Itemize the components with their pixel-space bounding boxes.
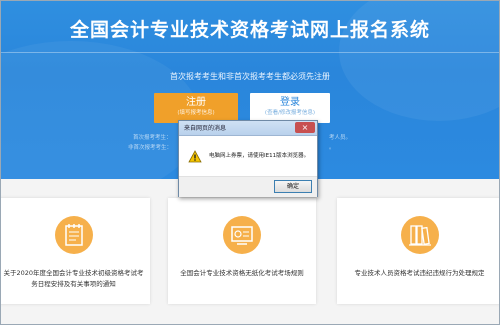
page-title: 全国会计专业技术资格考试网上报名系统 [69, 19, 430, 41]
announcement-text: 关于2020年度全国会计专业技术初级资格考试考务日程安排及有关事项的通知 [3, 269, 144, 288]
announcement-card[interactable]: 关于2020年度全国会计专业技术初级资格考试考务日程安排及有关事项的通知 [1, 198, 150, 304]
dialog-titlebar[interactable]: 来自网页的消息 × [179, 121, 317, 136]
books-icon [400, 216, 439, 254]
hint-text: 考人员。 [329, 135, 352, 141]
login-sublabel: (查看/修改报考信息) [264, 110, 316, 116]
ok-button[interactable]: 确定 [274, 180, 312, 193]
computer-exam-icon [223, 216, 261, 254]
alert-dialog: 来自网页的消息 × 电脑网上券票，请使用IE11版本浏览器。 确定 [178, 120, 318, 197]
announcement-text: 专业技术人员资格考试违纪违规行为处理规定 [354, 269, 485, 277]
register-sublabel: (填写报考信息) [177, 110, 215, 116]
dialog-title: 来自网页的消息 [184, 125, 227, 132]
login-label: 登录 [280, 97, 300, 108]
calendar-notice-icon [54, 216, 93, 254]
hint-text: 。 [329, 145, 335, 151]
divider [1, 52, 499, 53]
hint-text: 首次报考考生： [133, 135, 172, 141]
registration-notice: 首次报考考生和非首次报考考生都必须先注册 [170, 72, 330, 81]
browser-viewport: 全国会计专业技术资格考试网上报名系统 首次报考考生和非首次报考考生都必须先注册 … [0, 0, 500, 325]
dialog-message: 电脑网上券票，请使用IE11版本浏览器。 [209, 153, 310, 159]
login-button[interactable]: 登录 (查看/修改报考信息) [250, 93, 330, 123]
close-icon[interactable]: × [295, 122, 315, 133]
register-label: 注册 [186, 97, 206, 108]
warning-icon [188, 150, 202, 163]
register-button[interactable]: 注册 (填写报考信息) [154, 93, 238, 123]
hint-text: 非首次报考考生： [128, 145, 173, 151]
announcement-card[interactable]: 全国会计专业技术资格无纸化考试考场规则 [168, 198, 316, 304]
announcement-text: 全国会计专业技术资格无纸化考试考场规则 [180, 269, 304, 277]
announcement-card[interactable]: 专业技术人员资格考试违纪违规行为处理规定 [337, 198, 499, 304]
